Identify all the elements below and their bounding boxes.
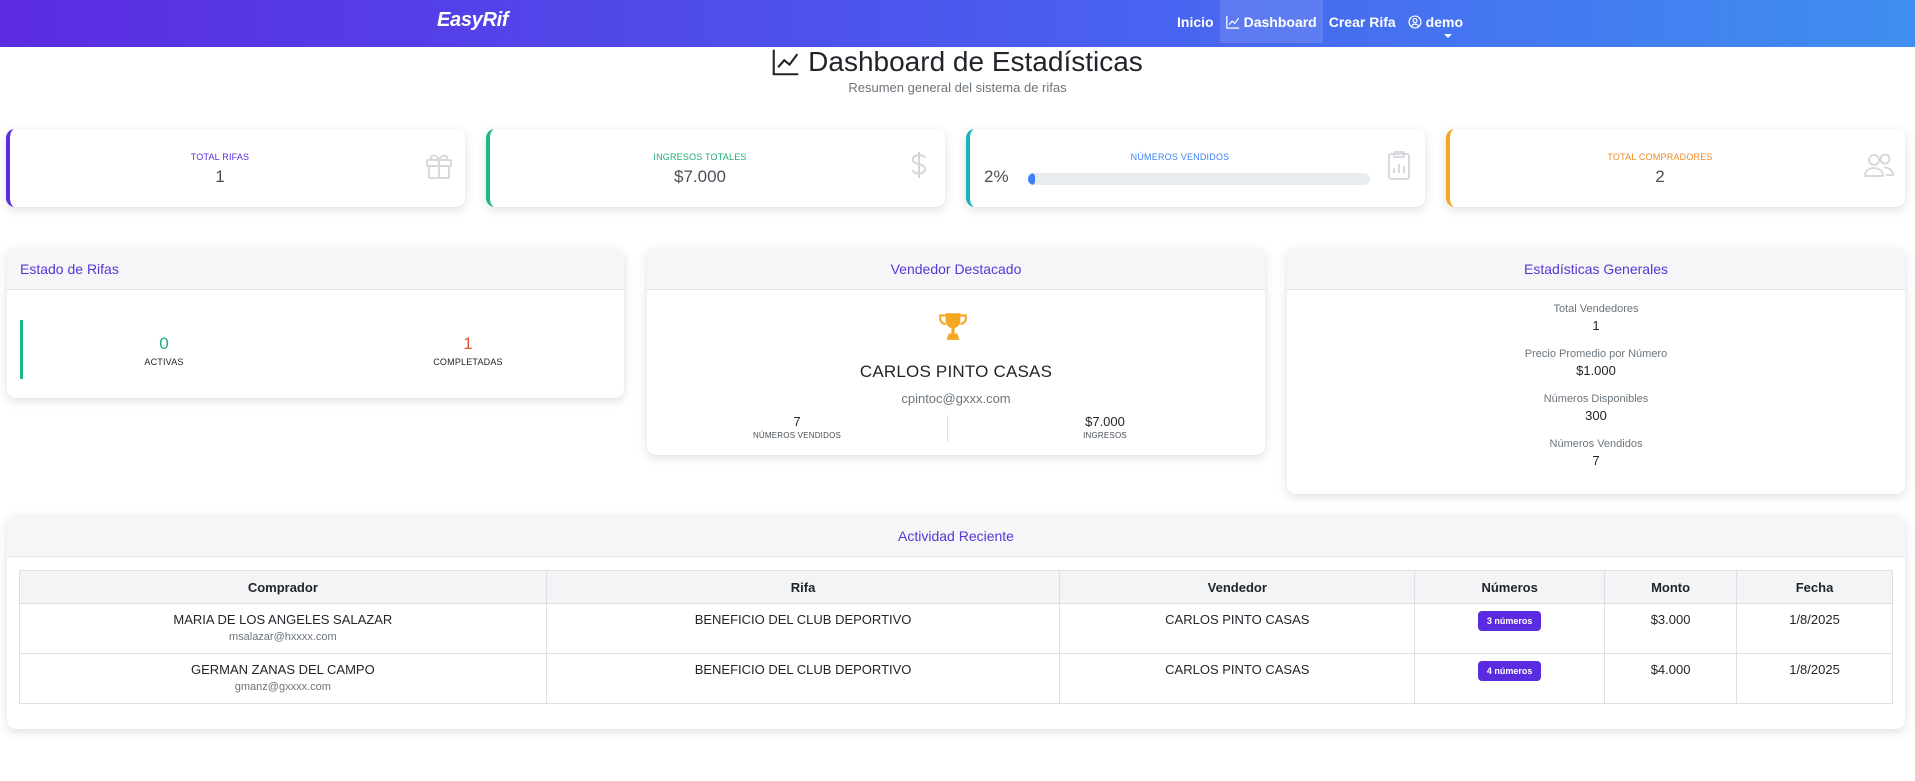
gift-icon: [426, 154, 452, 179]
panel-title: Estadísticas Generales: [1287, 248, 1905, 290]
estado-accent-bar: [20, 320, 23, 379]
numeros-badge: 4 números: [1477, 661, 1542, 681]
page-title-text: Dashboard de Estadísticas: [808, 46, 1143, 77]
activas-value: 0: [159, 334, 169, 353]
page-subtitle: Resumen general del sistema de rifas: [848, 80, 1067, 95]
seller-ingresos: $7.000 INGRESOS: [955, 414, 1255, 440]
panel-estadisticas-generales: Estadísticas Generales Total Vendedores …: [1287, 248, 1905, 494]
gen-total-vendedores: Total Vendedores 1: [1287, 303, 1905, 333]
gen-label: Números Disponibles: [1543, 393, 1649, 405]
divider: [947, 415, 948, 442]
line-chart-icon: [772, 49, 799, 76]
nav-user-label: demo: [1425, 13, 1463, 30]
panel-title: Estado de Rifas: [7, 248, 624, 290]
cell-fecha: 1/8/2025: [1736, 653, 1893, 704]
gen-numeros-vendidos: Números Vendidos 7: [1287, 438, 1905, 468]
nav-dashboard-label: Dashboard: [1243, 13, 1317, 30]
panel-estado-rifas: Estado de Rifas 0 ACTIVAS 1 COMPLETADAS: [7, 248, 624, 398]
cell-comprador: MARIA DE LOS ANGELES SALAZAR msalazar@hx…: [19, 603, 547, 654]
col-fecha: Fecha: [1736, 570, 1893, 604]
user-menu-caret-icon[interactable]: [1444, 34, 1452, 38]
stat-value: 2%: [984, 167, 1009, 186]
col-monto: Monto: [1604, 570, 1738, 604]
stat-label: NÚMEROS VENDIDOS: [1130, 152, 1230, 162]
stat-card-numeros-vendidos: NÚMEROS VENDIDOS 2%: [966, 129, 1425, 207]
nav-inicio[interactable]: Inicio: [1171, 0, 1220, 43]
nav-dashboard[interactable]: Dashboard: [1219, 0, 1323, 43]
seller-email: cpintoc@gxxx.com: [901, 391, 1011, 406]
seller-numeros-value: 7: [793, 414, 801, 429]
dollar-icon: [911, 152, 927, 178]
stat-value: 1: [215, 167, 225, 186]
activity-table: Comprador Rifa Vendedor Números Monto Fe…: [19, 570, 1893, 704]
table-header-row: Comprador Rifa Vendedor Números Monto Fe…: [19, 570, 1893, 604]
seller-ingresos-value: $7.000: [1085, 414, 1125, 429]
nav-user-menu[interactable]: demo: [1402, 0, 1469, 43]
gen-label: Números Vendidos: [1549, 438, 1643, 450]
seller-numeros-vendidos: 7 NÚMEROS VENDIDOS: [647, 414, 947, 440]
panel-title: Actividad Reciente: [7, 515, 1905, 557]
cell-rifa: BENEFICIO DEL CLUB DEPORTIVO: [545, 603, 1061, 654]
stat-label: TOTAL COMPRADORES: [1607, 152, 1713, 162]
seller-numeros-label: NÚMEROS VENDIDOS: [752, 431, 842, 440]
user-circle-icon: [1408, 14, 1422, 29]
activas-label: ACTIVAS: [144, 357, 184, 367]
navbar: EasyRif Inicio Dashboard Crear Rifa demo: [0, 0, 1915, 47]
col-numeros: Números: [1414, 570, 1606, 604]
table-row: MARIA DE LOS ANGELES SALAZAR msalazar@hx…: [19, 603, 1893, 654]
col-vendedor: Vendedor: [1059, 570, 1416, 604]
gen-numeros-disponibles: Números Disponibles 300: [1287, 393, 1905, 423]
estado-activas: 0 ACTIVAS: [64, 334, 264, 367]
numeros-badge: 3 números: [1477, 611, 1542, 631]
completadas-label: COMPLETADAS: [433, 357, 503, 367]
page-title: Dashboard de Estadísticas: [0, 46, 1915, 78]
cell-vendedor: CARLOS PINTO CASAS: [1059, 653, 1416, 704]
cell-comprador: GERMAN ZANAS DEL CAMPO gmanz@gxxxx.com: [19, 653, 547, 704]
gen-value: 1: [1592, 318, 1600, 333]
clipboard-chart-icon: [1388, 151, 1410, 180]
seller-ingresos-label: INGRESOS: [1083, 431, 1127, 440]
gen-value: 300: [1585, 408, 1607, 423]
panel-title: Vendedor Destacado: [647, 248, 1265, 290]
trophy-icon: [939, 313, 967, 340]
buyer-name: MARIA DE LOS ANGELES SALAZAR: [173, 612, 393, 627]
progress-fill: [1028, 173, 1035, 185]
col-rifa: Rifa: [545, 570, 1061, 604]
buyer-name: GERMAN ZANAS DEL CAMPO: [190, 662, 375, 677]
panel-actividad-reciente: Actividad Reciente Comprador Rifa Vended…: [7, 515, 1905, 729]
stat-card-total-compradores: TOTAL COMPRADORES 2: [1446, 129, 1905, 207]
gen-value: 7: [1592, 453, 1600, 468]
cell-fecha: 1/8/2025: [1736, 603, 1893, 654]
stat-card-ingresos: INGRESOS TOTALES $7.000: [486, 129, 945, 207]
progress-bar: [1028, 173, 1370, 185]
table-row: GERMAN ZANAS DEL CAMPO gmanz@gxxxx.com B…: [19, 653, 1893, 704]
gen-label: Precio Promedio por Número: [1524, 348, 1668, 360]
completadas-value: 1: [463, 334, 473, 353]
cell-monto: $3.000: [1604, 603, 1738, 654]
line-chart-icon: [1225, 15, 1239, 29]
stat-card-total-rifas: TOTAL RIFAS 1: [6, 129, 465, 207]
panel-vendedor-destacado: Vendedor Destacado CARLOS PINTO CASAS cp…: [647, 248, 1265, 455]
users-icon: [1864, 153, 1894, 177]
buyer-email: msalazar@hxxxx.com: [228, 631, 337, 643]
cell-numeros: 4 números: [1414, 653, 1606, 704]
seller-name: CARLOS PINTO CASAS: [859, 362, 1053, 381]
buyer-email: gmanz@gxxxx.com: [234, 681, 331, 693]
stat-value: 2: [1655, 167, 1665, 186]
cell-numeros: 3 números: [1414, 603, 1606, 654]
brand-logo[interactable]: EasyRif: [437, 9, 509, 32]
gen-precio-promedio: Precio Promedio por Número $1.000: [1287, 348, 1905, 378]
cell-vendedor: CARLOS PINTO CASAS: [1059, 603, 1416, 654]
stat-label: TOTAL RIFAS: [190, 152, 250, 162]
cell-rifa: BENEFICIO DEL CLUB DEPORTIVO: [545, 653, 1061, 704]
estado-completadas: 1 COMPLETADAS: [368, 334, 568, 367]
cell-monto: $4.000: [1604, 653, 1738, 704]
stat-value: $7.000: [674, 167, 726, 186]
gen-value: $1.000: [1576, 363, 1616, 378]
stat-label: INGRESOS TOTALES: [653, 152, 747, 162]
gen-label: Total Vendedores: [1553, 303, 1639, 315]
col-comprador: Comprador: [19, 570, 547, 604]
nav-links: Inicio Dashboard Crear Rifa demo: [1171, 0, 1469, 43]
nav-crear-rifa[interactable]: Crear Rifa: [1323, 0, 1402, 43]
